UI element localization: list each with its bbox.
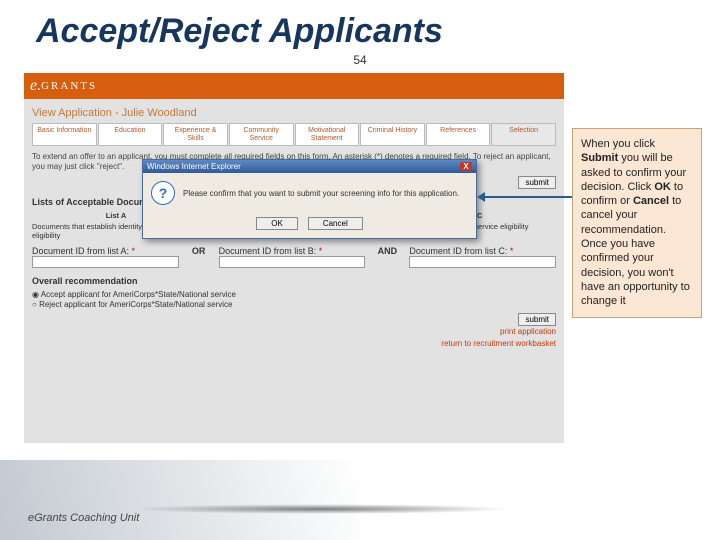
tab-basic[interactable]: Basic Information [32, 123, 97, 146]
callout-text: to cancel your recommendation. Once you … [581, 195, 690, 307]
callout-text: When you click [581, 138, 655, 150]
doc-c-label: Document ID from list C: [409, 246, 510, 256]
tab-education[interactable]: Education [98, 123, 163, 146]
required-star: * [510, 246, 514, 256]
required-star: * [132, 246, 136, 256]
tab-bar: Basic Information Education Experience &… [32, 123, 556, 146]
required-star: * [319, 246, 323, 256]
radio-reject[interactable]: ○ Reject applicant for AmeriCorps*State/… [32, 300, 556, 309]
page-number: 54 [0, 53, 720, 67]
doc-b-input[interactable] [219, 256, 366, 268]
doc-a-label: Document ID from list A: [32, 246, 132, 256]
fade-decoration [0, 460, 360, 540]
radio-accept-label: Accept applicant for AmeriCorps*State/Na… [41, 290, 236, 299]
submit-button-top[interactable]: submit [518, 176, 556, 189]
return-link[interactable]: return to recruitment workbasket [32, 338, 556, 350]
close-icon[interactable]: X [460, 162, 472, 171]
app-header: e.GRANTS [24, 73, 564, 99]
confirm-dialog: Windows Internet Explorer X ? Please conf… [142, 159, 477, 239]
dialog-title: Windows Internet Explorer [147, 162, 241, 171]
dialog-message: Please confirm that you want to submit y… [183, 189, 459, 198]
radio-reject-label: Reject applicant for AmeriCorps*State/Na… [39, 300, 232, 309]
and-label: AND [375, 246, 399, 269]
question-icon: ? [151, 181, 175, 205]
instruction-callout: When you click Submit you will be asked … [572, 128, 702, 318]
ok-button[interactable]: OK [256, 217, 298, 230]
footer-links: print application return to recruitment … [32, 326, 556, 350]
doc-b-label: Document ID from list B: [219, 246, 319, 256]
tab-references[interactable]: References [426, 123, 491, 146]
logo-prefix: e. [30, 77, 41, 95]
doc-c-input[interactable] [409, 256, 556, 268]
tab-criminal[interactable]: Criminal History [360, 123, 425, 146]
callout-bold: Submit [581, 152, 618, 164]
slide-title: Accept/Reject Applicants [0, 0, 720, 51]
submit-button-bottom[interactable]: submit [518, 313, 556, 326]
tab-selection[interactable]: Selection [491, 123, 556, 146]
callout-arrow [480, 196, 576, 198]
callout-bold: Cancel [633, 195, 669, 207]
footer-text: eGrants Coaching Unit [28, 512, 139, 524]
overall-header: Overall recommendation [32, 276, 556, 286]
tab-motivational[interactable]: Motivational Statement [295, 123, 360, 146]
tab-community[interactable]: Community Service [229, 123, 294, 146]
cancel-button[interactable]: Cancel [308, 217, 363, 230]
callout-bold: OK [654, 181, 671, 193]
print-link[interactable]: print application [32, 326, 556, 338]
view-title: View Application - Julie Woodland [32, 107, 556, 119]
tab-experience[interactable]: Experience & Skills [163, 123, 228, 146]
doc-a-input[interactable] [32, 256, 179, 268]
shadow-decoration [130, 504, 510, 514]
doc-id-row: Document ID from list A: * OR Document I… [32, 246, 556, 269]
logo-text: GRANTS [41, 80, 97, 92]
app-body: View Application - Julie Woodland Basic … [24, 99, 564, 443]
or-label: OR [189, 246, 209, 269]
radio-accept[interactable]: ◉ Accept applicant for AmeriCorps*State/… [32, 290, 556, 299]
app-screenshot: e.GRANTS View Application - Julie Woodla… [24, 73, 564, 443]
